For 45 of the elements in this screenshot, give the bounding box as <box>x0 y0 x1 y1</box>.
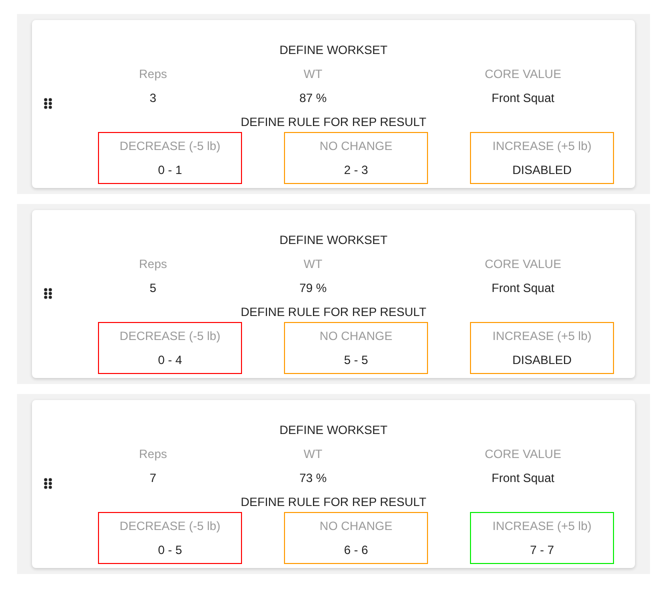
rule-value: 0 - 4 <box>158 352 182 369</box>
rule-label: NO CHANGE <box>320 328 392 345</box>
field-label: WT <box>304 66 322 83</box>
field-label: Reps <box>138 446 167 463</box>
field-value: 79 % <box>299 280 327 297</box>
rule-label: NO CHANGE <box>320 518 392 535</box>
field-value: Front Squat <box>492 90 554 107</box>
field-value: 5 <box>150 280 156 297</box>
field-label: Reps <box>138 66 167 83</box>
section-title: DEFINE WORKSET <box>279 232 388 249</box>
rule-value: 5 - 5 <box>344 352 368 369</box>
section-title: DEFINE RULE FOR REP RESULT <box>240 494 426 511</box>
field-label: CORE VALUE <box>484 446 562 463</box>
rule-value: 7 - 7 <box>530 542 554 559</box>
field-label: CORE VALUE <box>484 256 562 273</box>
rule-value: DISABLED <box>512 352 572 369</box>
field-value: 73 % <box>299 470 327 487</box>
drag-handle-icon[interactable] <box>44 478 52 489</box>
rule-label: INCREASE (+5 lb) <box>492 518 592 535</box>
field-label: WT <box>304 256 322 273</box>
rule-label: DECREASE (-5 lb) <box>120 328 220 345</box>
section-title: DEFINE RULE FOR REP RESULT <box>240 304 426 321</box>
section-title: DEFINE WORKSET <box>279 42 388 59</box>
drag-handle-icon[interactable] <box>44 288 52 299</box>
field-value: Front Squat <box>492 280 554 297</box>
field-value: 7 <box>150 470 156 487</box>
rule-value: 0 - 5 <box>158 542 182 559</box>
section-title: DEFINE WORKSET <box>279 422 388 439</box>
rule-value: DISABLED <box>512 162 572 179</box>
field-value: Front Squat <box>492 470 554 487</box>
rule-value: 0 - 1 <box>158 162 182 179</box>
rule-label: DECREASE (-5 lb) <box>120 518 220 535</box>
rule-value: 2 - 3 <box>344 162 368 179</box>
field-value: 3 <box>150 90 156 107</box>
field-label: CORE VALUE <box>484 66 562 83</box>
section-title: DEFINE RULE FOR REP RESULT <box>240 114 426 131</box>
rule-label: INCREASE (+5 lb) <box>492 138 592 155</box>
rule-label: NO CHANGE <box>320 138 392 155</box>
field-label: Reps <box>138 256 167 273</box>
drag-handle-icon[interactable] <box>44 98 52 109</box>
rule-value: 6 - 6 <box>344 542 368 559</box>
field-label: WT <box>304 446 322 463</box>
rule-label: DECREASE (-5 lb) <box>120 138 220 155</box>
field-value: 87 % <box>299 90 327 107</box>
rule-label: INCREASE (+5 lb) <box>492 328 592 345</box>
